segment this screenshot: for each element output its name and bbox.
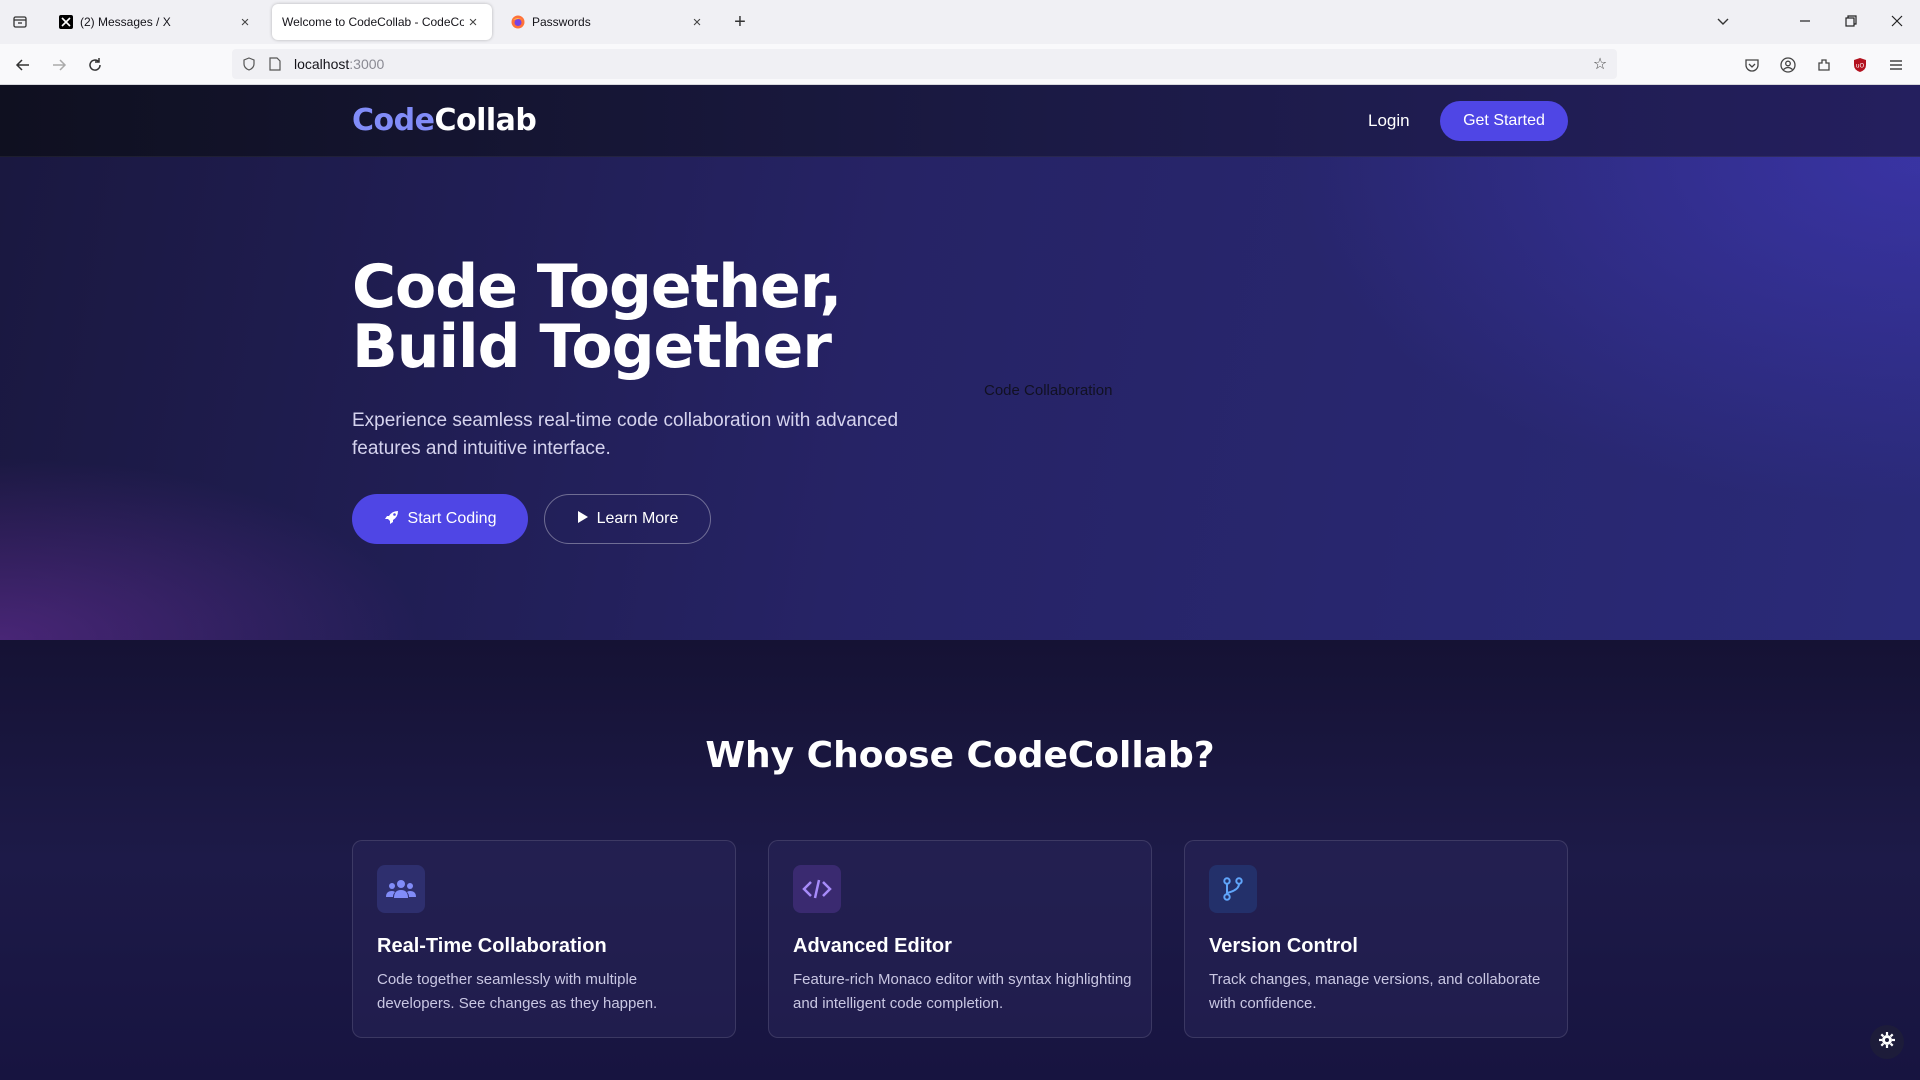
logo-part-collab: Collab: [434, 103, 537, 138]
url-host: localhost: [294, 56, 350, 72]
feature-text: Feature-rich Monaco editor with syntax h…: [793, 971, 1132, 1012]
reload-icon[interactable]: [82, 52, 108, 78]
x-logo-icon: [58, 14, 74, 30]
feature-text: Code together seamlessly with multiple d…: [377, 971, 658, 1012]
rocket-icon: [384, 509, 400, 530]
login-link[interactable]: Login: [1368, 111, 1410, 131]
tab-codecollab[interactable]: Welcome to CodeCollab - CodeCollab ×: [272, 4, 492, 40]
feature-card-editor: Advanced Editor Feature-rich Monaco edit…: [768, 840, 1152, 1038]
play-icon: [577, 510, 589, 529]
bookmark-star-icon[interactable]: ☆: [1591, 55, 1609, 73]
gear-icon: [1878, 1031, 1896, 1054]
start-coding-button[interactable]: Start Coding: [352, 494, 528, 544]
svg-text:uO: uO: [1856, 63, 1865, 70]
browser-tab-bar: (2) Messages / X × Welcome to CodeCollab…: [0, 0, 1920, 44]
back-icon[interactable]: [10, 52, 36, 78]
feature-title: Real-Time Collaboration: [377, 935, 607, 957]
tab-title: (2) Messages / X: [80, 15, 171, 29]
pocket-icon[interactable]: [1742, 55, 1762, 75]
menu-icon[interactable]: [1886, 55, 1906, 75]
url-port: :3000: [349, 56, 385, 72]
users-icon: [377, 865, 425, 913]
tab-title: Welcome to CodeCollab - CodeCollab: [282, 15, 464, 29]
url-bar[interactable]: localhost:3000 ☆: [232, 49, 1617, 79]
site-logo[interactable]: CodeCollab: [352, 103, 537, 138]
new-tab-icon[interactable]: +: [728, 10, 752, 34]
close-tab-icon[interactable]: ×: [464, 13, 482, 31]
hero-title-line2: Build Together: [352, 312, 832, 382]
ublock-icon[interactable]: uO: [1850, 55, 1870, 75]
shield-icon[interactable]: [240, 55, 258, 73]
feature-text: Track changes, manage versions, and coll…: [1209, 971, 1541, 1012]
hero-section: Code Together, Build Together Experience…: [0, 157, 1920, 640]
logo-part-code: Code: [352, 103, 435, 138]
feature-title: Advanced Editor: [793, 935, 952, 957]
close-window-icon[interactable]: [1882, 8, 1912, 34]
tab-list-icon[interactable]: [8, 8, 32, 36]
account-icon[interactable]: [1778, 55, 1798, 75]
features-heading: Why Choose CodeCollab?: [705, 735, 1215, 776]
learn-more-label: Learn More: [596, 510, 679, 527]
close-tab-icon[interactable]: ×: [236, 13, 254, 31]
feature-card-realtime: Real-Time Collaboration Code together se…: [352, 840, 736, 1038]
minimize-icon[interactable]: [1790, 8, 1820, 34]
git-branch-icon: [1209, 865, 1257, 913]
firefox-icon: [510, 14, 526, 30]
page-content: CodeCollab Login Get Started Code Togeth…: [0, 85, 1920, 1080]
start-coding-label: Start Coding: [407, 510, 497, 527]
tab-passwords[interactable]: Passwords ×: [500, 4, 716, 40]
url-text[interactable]: localhost:3000: [294, 56, 384, 72]
learn-more-button[interactable]: Learn More: [544, 494, 711, 544]
hero-subtitle: Experience seamless real-time code colla…: [352, 410, 899, 459]
features-section: Why Choose CodeCollab? Real-Time Collabo…: [0, 640, 1920, 1080]
feature-title: Version Control: [1209, 935, 1358, 957]
feature-card-version: Version Control Track changes, manage ve…: [1184, 840, 1568, 1038]
site-header: CodeCollab Login Get Started: [0, 85, 1920, 157]
hero-image-alt: Code Collaboration: [984, 382, 1113, 399]
tab-messages[interactable]: (2) Messages / X ×: [48, 4, 264, 40]
forward-icon[interactable]: [46, 52, 72, 78]
page-icon[interactable]: [266, 55, 284, 73]
browser-nav-bar: localhost:3000 ☆ uO: [0, 44, 1920, 85]
settings-gear-button[interactable]: [1870, 1025, 1904, 1059]
get-started-button[interactable]: Get Started: [1440, 101, 1568, 141]
close-tab-icon[interactable]: ×: [688, 13, 706, 31]
restore-icon[interactable]: [1836, 8, 1866, 34]
list-all-tabs-icon[interactable]: [1708, 8, 1738, 34]
code-icon: [793, 865, 841, 913]
tab-title: Passwords: [532, 15, 591, 29]
extensions-icon[interactable]: [1814, 55, 1834, 75]
hero-title: Code Together, Build Together: [352, 257, 1052, 377]
